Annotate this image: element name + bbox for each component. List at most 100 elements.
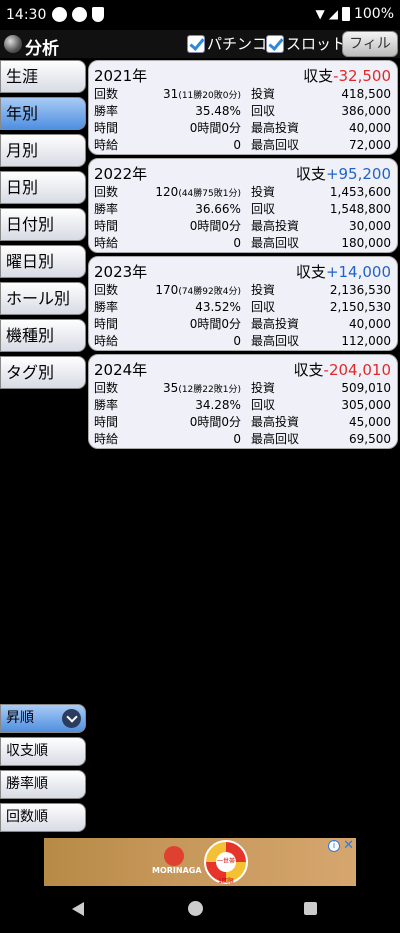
invest-value: 2,136,530 bbox=[329, 282, 391, 297]
card-header: 2024年 収支-204,010 bbox=[94, 359, 391, 379]
stat-row: 時給 0 最高回収 180,000 bbox=[94, 234, 391, 251]
pachinko-filter-label: パチンコ bbox=[207, 35, 268, 53]
android-nav-bar bbox=[0, 886, 400, 933]
recover-label: 回収 bbox=[250, 398, 275, 412]
count-label: 回数 bbox=[94, 283, 119, 297]
count-value: 35(12勝22敗1分) bbox=[134, 381, 241, 395]
recover-label: 回収 bbox=[250, 300, 275, 314]
sort-ascending-label: 昇順 bbox=[6, 710, 34, 726]
stat-row: 勝率 35.48% 回収 386,000 bbox=[94, 102, 391, 119]
stat-row: 時間 0時間0分 最高投資 30,000 bbox=[94, 217, 391, 234]
year-card[interactable]: 2021年 収支-32,500 回数 31(11勝20敗0分) 投資 418,500 勝率 3… bbox=[88, 60, 398, 155]
count-detail: (11勝20敗0分) bbox=[178, 90, 241, 101]
balance-label: 収支 bbox=[295, 262, 326, 281]
stat-row: 時間 0時間0分 最高投資 40,000 bbox=[94, 119, 391, 136]
notification-app-icon bbox=[52, 7, 67, 22]
chevron-down-icon[interactable] bbox=[62, 709, 81, 728]
home-icon[interactable] bbox=[188, 901, 203, 916]
invest-value: 1,453,600 bbox=[329, 184, 391, 199]
hourly-value: 0 bbox=[233, 333, 241, 348]
card-balance: 収支+95,200 bbox=[296, 163, 391, 184]
ad-wheel-text: 一世帯1回限り bbox=[216, 852, 236, 905]
slot-filter-label: スロット bbox=[286, 35, 347, 53]
hourly-value: 0 bbox=[233, 235, 241, 250]
back-icon[interactable] bbox=[72, 902, 84, 916]
year-card[interactable]: 2024年 収支-204,010 回数 35(12勝22敗1分) 投資 509,010 勝率… bbox=[88, 354, 398, 449]
sort-by-balance-button[interactable]: 収支順 bbox=[0, 737, 86, 766]
winrate-label: 勝率 bbox=[94, 398, 119, 412]
card-year: 2022年 bbox=[94, 164, 148, 183]
sidebar-item-yearly[interactable]: 年別 bbox=[0, 97, 86, 130]
sort-by-winrate-button[interactable]: 勝率順 bbox=[0, 770, 86, 799]
sidebar-item-lifetime[interactable]: 生涯 bbox=[0, 60, 86, 93]
ad-info-icon[interactable]: i bbox=[328, 840, 340, 852]
hourly-value: 0 bbox=[233, 137, 241, 152]
status-system-icons: ▼ ◢ 100% bbox=[316, 6, 395, 22]
pachinko-filter-checkbox[interactable]: パチンコ bbox=[187, 33, 267, 54]
time-label: 時間 bbox=[94, 317, 119, 331]
invest-value: 418,500 bbox=[341, 86, 391, 101]
max-invest-value: 40,000 bbox=[348, 316, 391, 331]
time-value: 0時間0分 bbox=[189, 415, 241, 429]
hourly-value: 0 bbox=[233, 431, 241, 446]
sort-by-count-button[interactable]: 回数順 bbox=[0, 803, 86, 832]
sidebar-item-daily[interactable]: 日別 bbox=[0, 171, 86, 204]
checkbox-checked-icon[interactable] bbox=[187, 34, 205, 53]
checkbox-checked-icon[interactable] bbox=[266, 34, 284, 53]
sort-options: 昇順 収支順 勝率順 回数順 bbox=[0, 704, 88, 836]
year-card[interactable]: 2022年 収支+95,200 回数 120(44勝75敗1分) 投資 1,453,600… bbox=[88, 158, 398, 253]
status-notification-icons bbox=[52, 7, 104, 22]
winrate-label: 勝率 bbox=[94, 300, 119, 314]
filter-button[interactable]: フィルタ bbox=[342, 31, 398, 76]
balance-value: +95,200 bbox=[325, 164, 391, 183]
invest-label: 投資 bbox=[250, 283, 275, 297]
hourly-label: 時給 bbox=[94, 138, 119, 152]
count-label: 回数 bbox=[94, 381, 119, 395]
stat-row: 時間 0時間0分 最高投資 40,000 bbox=[94, 315, 391, 332]
card-balance: 収支-32,500 bbox=[303, 65, 391, 86]
sort-ascending-dropdown[interactable]: 昇順 bbox=[0, 704, 86, 733]
stat-row: 回数 31(11勝20敗0分) 投資 418,500 bbox=[94, 85, 391, 102]
slot-filter-checkbox[interactable]: スロット bbox=[266, 33, 346, 54]
recover-value: 305,000 bbox=[341, 397, 391, 412]
max-recover-label: 最高回収 bbox=[250, 334, 299, 348]
card-year: 2024年 bbox=[94, 360, 148, 379]
sidebar-item-by-machine[interactable]: 機種別 bbox=[0, 319, 86, 352]
ad-close-icon[interactable]: ✕ bbox=[343, 838, 354, 853]
count-number: 31 bbox=[163, 86, 179, 101]
sidebar-item-by-hall[interactable]: ホール別 bbox=[0, 282, 86, 315]
page-title: 分析 bbox=[25, 39, 59, 59]
stat-row: 勝率 36.66% 回収 1,548,800 bbox=[94, 200, 391, 217]
sidebar-item-by-weekday[interactable]: 曜日別 bbox=[0, 245, 86, 278]
card-year: 2021年 bbox=[94, 66, 148, 85]
recents-icon[interactable] bbox=[304, 902, 317, 915]
sidebar-item-by-tag[interactable]: タグ別 bbox=[0, 356, 86, 389]
hourly-label: 時給 bbox=[94, 334, 119, 348]
hourly-label: 時給 bbox=[94, 432, 119, 446]
invest-label: 投資 bbox=[250, 185, 275, 199]
card-header: 2022年 収支+95,200 bbox=[94, 163, 391, 183]
wifi-icon: ▼ bbox=[315, 7, 325, 21]
time-value: 0時間0分 bbox=[189, 121, 241, 135]
hourly-label: 時給 bbox=[94, 236, 119, 250]
ad-mascot-icon bbox=[164, 846, 184, 866]
stat-row: 勝率 34.28% 回収 305,000 bbox=[94, 396, 391, 413]
sidebar-item-by-date[interactable]: 日付別 bbox=[0, 208, 86, 241]
recover-value: 1,548,800 bbox=[329, 201, 391, 216]
stat-row: 時給 0 最高回収 72,000 bbox=[94, 136, 391, 153]
count-label: 回数 bbox=[94, 185, 119, 199]
recover-value: 386,000 bbox=[341, 103, 391, 118]
invest-value: 509,010 bbox=[341, 380, 391, 395]
max-invest-value: 45,000 bbox=[348, 414, 391, 429]
time-value: 0時間0分 bbox=[189, 219, 241, 233]
year-card[interactable]: 2023年 収支+14,000 回数 170(74勝92敗4分) 投資 2,136,530… bbox=[88, 256, 398, 351]
invest-label: 投資 bbox=[250, 87, 275, 101]
count-detail: (74勝92敗4分) bbox=[178, 286, 241, 297]
ad-brand: MORINAGA bbox=[152, 866, 202, 875]
count-label: 回数 bbox=[94, 87, 119, 101]
balance-value: -204,010 bbox=[323, 360, 391, 379]
ad-banner[interactable]: MORINAGA 一世帯1回限り i ✕ bbox=[44, 838, 356, 905]
max-invest-label: 最高投資 bbox=[250, 219, 299, 233]
max-recover-value: 180,000 bbox=[341, 235, 391, 250]
sidebar-item-monthly[interactable]: 月別 bbox=[0, 134, 86, 167]
